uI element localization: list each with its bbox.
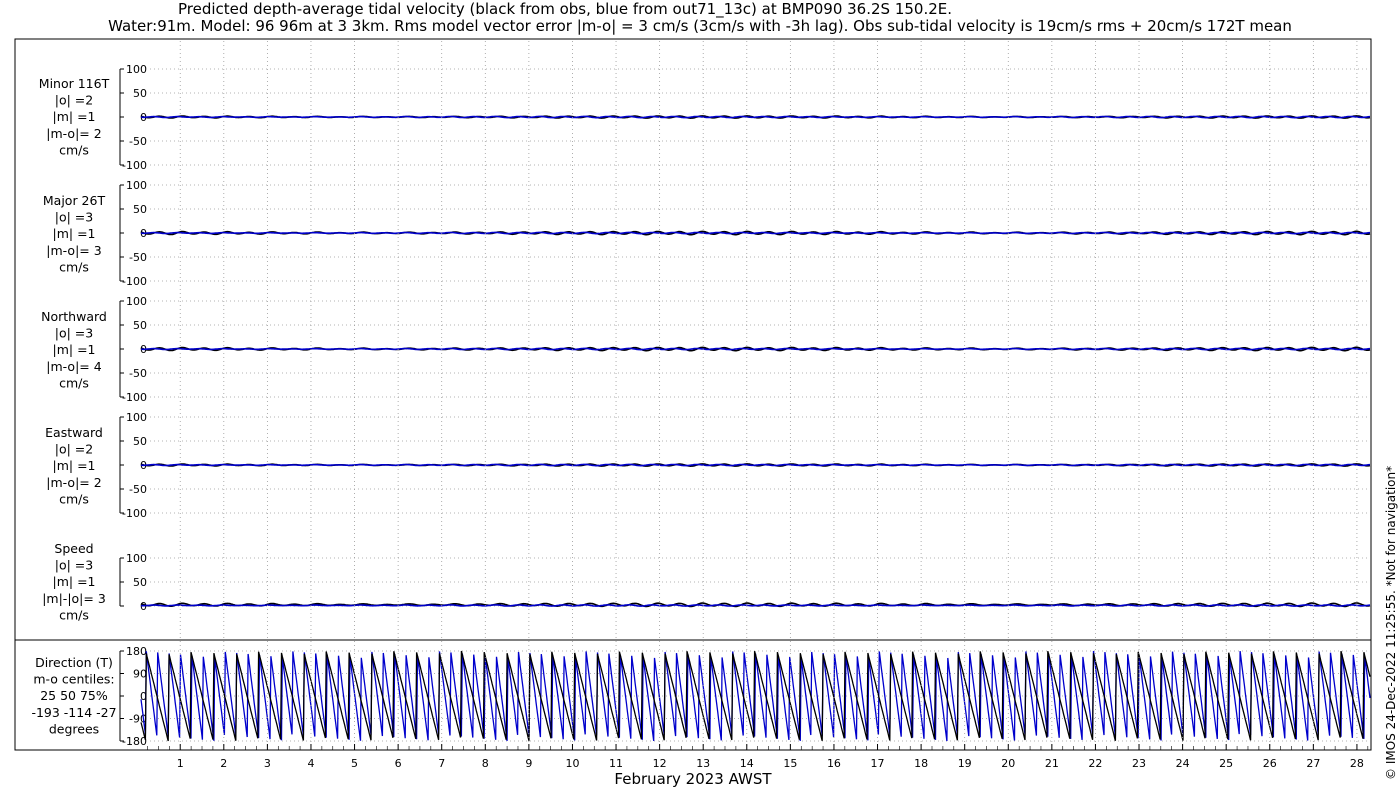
y-tick-label: 50 [133, 435, 147, 448]
panel-northward: 100500-50-100Northward|o| =3|m| =1|m-o|=… [41, 295, 1371, 404]
tidal-velocity-chart: 100500-50-100Minor 116T|o| =2|m| =1|m-o|… [14, 38, 1372, 788]
panel-label-line: |m-o|= 2 [46, 475, 101, 490]
panel-minor: 100500-50-100Minor 116T|o| =2|m| =1|m-o|… [39, 63, 1371, 172]
panel-speed: 100500Speed|o| =3|m| =1|m|-|o|= 3cm/s [42, 541, 1371, 622]
y-tick-label: 100 [126, 63, 147, 76]
x-tick-label: 18 [914, 757, 928, 770]
y-tick-label: 100 [126, 179, 147, 192]
x-axis-label: February 2023 AWST [614, 770, 772, 788]
x-tick-label: 17 [871, 757, 885, 770]
credit-text: © IMOS 24-Dec-2022 11:25:55. *Not for na… [1384, 465, 1398, 780]
x-tick-label: 28 [1350, 757, 1364, 770]
x-tick-label: 11 [609, 757, 623, 770]
panel-label-line: |o| =3 [55, 326, 93, 341]
panel-label-line: cm/s [59, 375, 89, 390]
y-tick-label: -50 [129, 135, 147, 148]
x-tick-label: 23 [1132, 757, 1146, 770]
panel-label-line: degrees [49, 721, 99, 736]
x-tick-label: 3 [264, 757, 271, 770]
y-tick-label: 100 [126, 411, 147, 424]
panel-label-line: |m-o|= 2 [46, 126, 101, 141]
y-tick-label: -50 [129, 483, 147, 496]
y-tick-label: 100 [126, 552, 147, 565]
x-tick-label: 7 [438, 757, 445, 770]
x-tick-label: 20 [1001, 757, 1015, 770]
x-tick-label: 4 [307, 757, 314, 770]
panel-eastward: 100500-50-100Eastward|o| =2|m| =1|m-o|= … [45, 411, 1371, 520]
panel-label-line: |m| =1 [53, 226, 96, 241]
x-tick-label: 21 [1045, 757, 1059, 770]
panel-label-line: |m| =1 [53, 109, 96, 124]
y-tick-label: -100 [122, 507, 147, 520]
series-model-minor [141, 115, 1370, 119]
x-tick-label: 14 [740, 757, 754, 770]
y-tick-label: -180 [122, 735, 147, 748]
panel-label-line: |m| =1 [53, 574, 96, 589]
panel-label-line: |o| =3 [55, 210, 93, 225]
panel-label-line: |m|-|o|= 3 [42, 591, 106, 606]
x-tick-label: 10 [565, 757, 579, 770]
y-tick-label: 50 [133, 87, 147, 100]
panel-label-line: Northward [41, 309, 107, 324]
x-tick-label: 12 [653, 757, 667, 770]
y-tick-label: 50 [133, 319, 147, 332]
x-tick-label: 26 [1263, 757, 1277, 770]
panel-label-line: cm/s [59, 142, 89, 157]
panel-label-line: Speed [54, 541, 93, 556]
panel-label-line: -193 -114 -27 [31, 705, 116, 720]
panel-label-line: Minor 116T [39, 76, 110, 91]
panel-label-line: m-o centiles: [33, 672, 114, 687]
x-tick-label: 5 [351, 757, 358, 770]
y-tick-label: -100 [122, 159, 147, 172]
series-model-speed [140, 604, 1371, 607]
x-tick-label: 8 [482, 757, 489, 770]
panel-label-line: |o| =2 [55, 442, 93, 457]
x-tick-label: 2 [220, 757, 227, 770]
x-tick-label: 19 [958, 757, 972, 770]
x-tick-label: 16 [827, 757, 841, 770]
panel-label-line: cm/s [59, 259, 89, 274]
y-tick-label: 180 [126, 645, 147, 658]
panel-major: 100500-50-100Major 26T|o| =3|m| =1|m-o|=… [43, 179, 1371, 288]
y-tick-label: 50 [133, 576, 147, 589]
panel-label-line: cm/s [59, 491, 89, 506]
panel-label-line: Eastward [45, 425, 103, 440]
y-tick-label: 50 [133, 203, 147, 216]
panel-direction: 180900-90-180Direction (T)m-o centiles:2… [31, 645, 1371, 748]
panel-label-line: 25 50 75% [40, 688, 108, 703]
y-tick-label: 100 [126, 295, 147, 308]
x-tick-label: 22 [1088, 757, 1102, 770]
y-tick-label: -50 [129, 367, 147, 380]
x-tick-label: 9 [525, 757, 532, 770]
panel-label-line: |m-o|= 3 [46, 243, 101, 258]
y-tick-label: 90 [133, 668, 147, 681]
x-tick-label: 15 [783, 757, 797, 770]
panel-label-line: |m| =1 [53, 458, 96, 473]
series-model-northward [141, 347, 1370, 351]
panel-label-line: |o| =3 [55, 558, 93, 573]
y-tick-label: -50 [129, 251, 147, 264]
x-tick-label: 1 [177, 757, 184, 770]
panels-group: 100500-50-100Minor 116T|o| =2|m| =1|m-o|… [31, 63, 1371, 748]
x-tick-label: 6 [395, 757, 402, 770]
x-tick-label: 24 [1176, 757, 1190, 770]
panel-label-line: |m| =1 [53, 342, 96, 357]
x-tick-label: 25 [1219, 757, 1233, 770]
upper-frame [14, 38, 1372, 641]
panel-label-line: Direction (T) [35, 655, 113, 670]
panel-label-line: Major 26T [43, 193, 106, 208]
panel-label-line: |o| =2 [55, 93, 93, 108]
x-tick-label: 13 [696, 757, 710, 770]
x-tick-label: 27 [1306, 757, 1320, 770]
panel-label-line: |m-o|= 4 [46, 359, 101, 374]
series-model-major [141, 231, 1370, 235]
panel-label-line: cm/s [59, 607, 89, 622]
y-tick-label: -100 [122, 275, 147, 288]
series-model-eastward [141, 463, 1370, 467]
y-tick-label: -100 [122, 391, 147, 404]
